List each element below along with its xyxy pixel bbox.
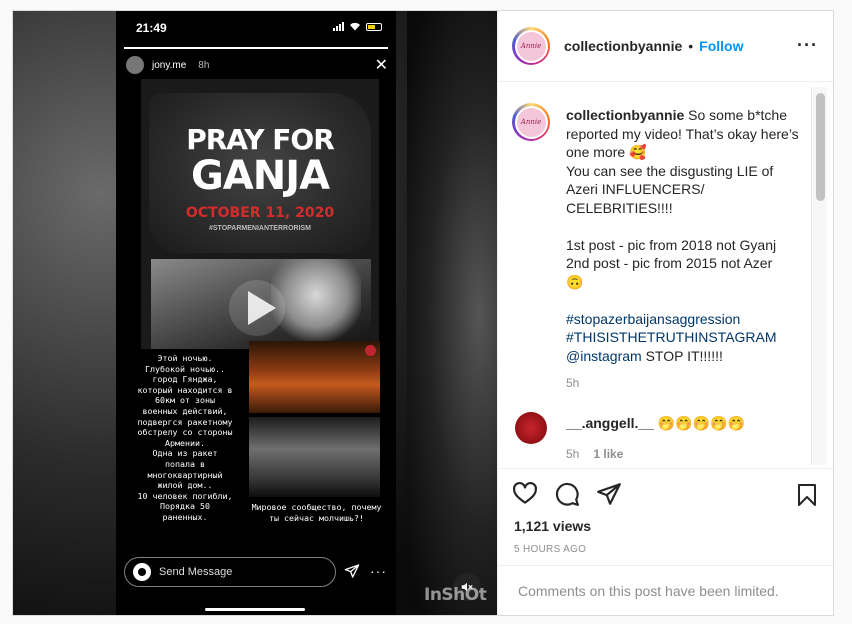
story-avatar <box>126 56 144 74</box>
comment: __.anggell.__ 🤭🤭🤭🤭🤭 <box>566 415 745 432</box>
home-indicator <box>205 608 305 611</box>
signal-icon <box>333 22 344 31</box>
hashtag-link[interactable]: #THISISTHETRUTHINSTAGRAM <box>566 329 777 345</box>
more-options-icon[interactable]: ··· <box>797 35 818 56</box>
avatar-image: Annie <box>516 31 546 61</box>
story-time: 8h <box>198 59 210 71</box>
story-photo-ruins <box>249 417 380 497</box>
paper-plane-icon <box>344 564 360 578</box>
story-progress-bar <box>124 47 388 49</box>
share-icon[interactable] <box>596 481 622 507</box>
story-text-left: Этой ночью. Глубокой ночью.. город Гяндж… <box>137 353 233 522</box>
comment-likes[interactable]: 1 like <box>593 447 623 461</box>
play-icon[interactable] <box>228 279 286 337</box>
status-icons <box>333 22 382 31</box>
comment-meta: 5h 1 like <box>566 447 623 461</box>
post-side-panel: Annie collectionbyannie • Follow ··· Ann… <box>497 11 833 615</box>
caption-text: So some b*tche reported my video! That’s… <box>566 107 799 290</box>
caption-tail: STOP IT!!!!!! <box>641 347 723 364</box>
comments-scrollbar[interactable] <box>811 87 827 465</box>
inshot-watermark: InShOt <box>424 585 487 605</box>
action-bar: 1,121 views 5 HOURS AGO <box>498 468 833 555</box>
poster-date: OCTOBER 11, 2020 <box>185 205 335 221</box>
caption-avatar-image: Annie <box>516 107 546 137</box>
more-icon: ··· <box>370 563 387 579</box>
send-message-placeholder: Send Message <box>159 566 233 578</box>
post-caption: collectionbyannie So some b*tche reporte… <box>566 106 806 365</box>
caption-username[interactable]: collectionbyannie <box>566 107 684 123</box>
heart-icon[interactable] <box>512 481 538 507</box>
story-photo-building-fire <box>249 341 380 413</box>
comment-time[interactable]: 5h <box>566 447 579 461</box>
poster-hashtag: #STOPARMENIANTERRORISM <box>208 225 312 232</box>
story-header: jony.me 8h <box>126 56 209 74</box>
poster-line1: PRAY FOR <box>186 123 335 156</box>
comments-area: Annie collectionbyannie So some b*tche r… <box>498 83 833 468</box>
commenter-avatar[interactable] <box>515 412 547 444</box>
separator-dot: • <box>688 38 694 54</box>
caption-time[interactable]: 5h <box>566 376 579 390</box>
follow-button[interactable]: Follow <box>699 38 743 54</box>
author-avatar[interactable]: Annie <box>512 27 550 65</box>
close-icon: ✕ <box>374 57 388 74</box>
post-modal: 21:49 jony.me 8h ✕ PRAY FOR GANJA OCTOBE… <box>12 10 834 616</box>
story-text-right: Мировое сообщество, почему ты сейчас мол… <box>251 502 382 523</box>
battery-icon <box>366 22 382 31</box>
post-header: Annie collectionbyannie • Follow ··· <box>498 11 833 82</box>
comments-limited-notice: Comments on this post have been limited. <box>498 565 833 615</box>
caption-avatar[interactable]: Annie <box>512 103 550 141</box>
camera-icon <box>133 563 151 581</box>
scrollbar-thumb[interactable] <box>816 93 825 201</box>
post-timestamp[interactable]: 5 HOURS AGO <box>514 544 586 555</box>
hashtag-link[interactable]: #stopazerbaijansaggression <box>566 311 740 327</box>
author-username[interactable]: collectionbyannie <box>564 38 682 54</box>
bookmark-icon[interactable] <box>796 483 818 507</box>
view-count[interactable]: 1,121 views <box>514 518 591 534</box>
status-clock: 21:49 <box>136 21 167 35</box>
poster-line2: GANJA <box>190 153 330 199</box>
wifi-icon <box>350 22 360 31</box>
comment-text: 🤭🤭🤭🤭🤭 <box>657 415 745 431</box>
mention-link[interactable]: @instagram <box>566 348 642 364</box>
commenter-username[interactable]: __.anggell.__ <box>566 415 654 431</box>
story-message-field: Send Message <box>124 557 336 587</box>
video-player[interactable]: 21:49 jony.me 8h ✕ PRAY FOR GANJA OCTOBE… <box>13 11 497 615</box>
story-username: jony.me <box>152 59 187 71</box>
comment-icon[interactable] <box>554 481 580 507</box>
